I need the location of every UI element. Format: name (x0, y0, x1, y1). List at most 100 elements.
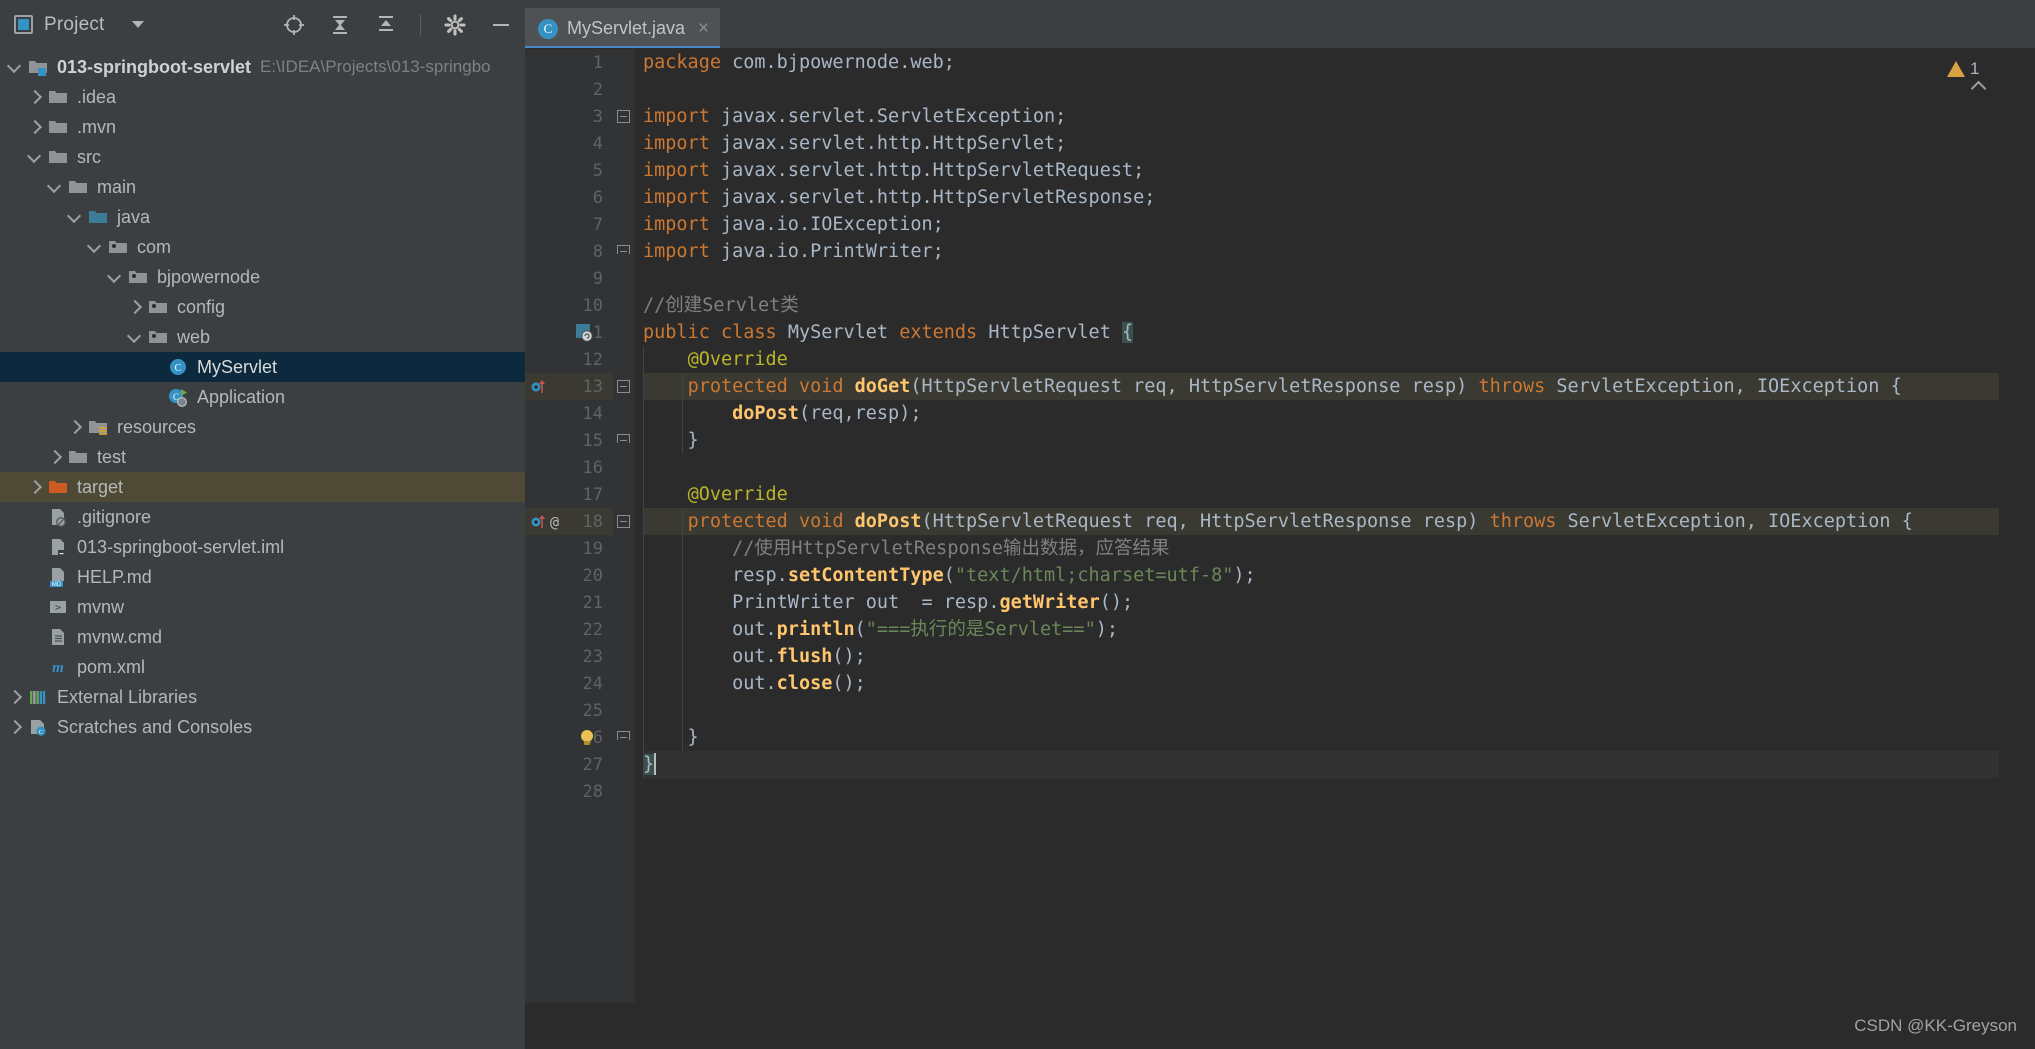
gutter-line-24[interactable]: 24 (525, 670, 613, 697)
fold-collapse-icon[interactable] (617, 380, 630, 393)
code-line-14[interactable]: doPost(req,resp); (643, 400, 1999, 427)
tree-item-013-springboot-servlet-iml[interactable]: 013-springboot-servlet.iml (0, 532, 525, 562)
editor-gutter[interactable]: 1 2 3 4 5 6 7 8 9 10 11 12 13 14 15 16 17 @18 19 20 21 22 23 24… (525, 49, 613, 1003)
tree-item-resources[interactable]: resources (0, 412, 525, 442)
gutter-line-27[interactable]: 27 (525, 751, 613, 778)
override-marker-icon[interactable]: @ (531, 513, 559, 531)
code-line-21[interactable]: PrintWriter out = resp.getWriter(); (643, 589, 1999, 616)
code-line-7[interactable]: import java.io.IOException; (643, 211, 1999, 238)
code-line-10[interactable]: //创建Servlet类 (643, 292, 1999, 319)
chevron-right-icon[interactable] (6, 689, 22, 705)
code-line-19[interactable]: //使用HttpServletResponse输出数据，应答结果 (643, 535, 1999, 562)
code-line-22[interactable]: out.println("===执行的是Servlet=="); (643, 616, 1999, 643)
code-line-9[interactable] (643, 265, 1999, 292)
code-line-23[interactable]: out.flush(); (643, 643, 1999, 670)
chevron-right-icon[interactable] (6, 719, 22, 735)
code-line-6[interactable]: import javax.servlet.http.HttpServletRes… (643, 184, 1999, 211)
gutter-line-1[interactable]: 1 (525, 49, 613, 76)
code-line-11[interactable]: public class MyServlet extends HttpServl… (643, 319, 1999, 346)
gutter-line-12[interactable]: 12 (525, 346, 613, 373)
tree-item-myservlet[interactable]: C MyServlet (0, 352, 525, 382)
code-line-20[interactable]: resp.setContentType("text/html;charset=u… (643, 562, 1999, 589)
chevron-right-icon[interactable] (46, 449, 62, 465)
tree-item-mvnw-cmd[interactable]: mvnw.cmd (0, 622, 525, 652)
chevron-down-icon[interactable] (126, 329, 142, 345)
tree-item-src[interactable]: src (0, 142, 525, 172)
code-line-8[interactable]: import java.io.PrintWriter; (643, 238, 1999, 265)
gutter-line-3[interactable]: 3 (525, 103, 613, 130)
chevron-right-icon[interactable] (126, 299, 142, 315)
bean-marker-icon[interactable] (575, 323, 595, 343)
tree-item-target[interactable]: target (0, 472, 525, 502)
intention-bulb-icon[interactable] (577, 728, 597, 748)
tree-item-mvnw[interactable]: > mvnw (0, 592, 525, 622)
gutter-line-17[interactable]: 17 (525, 481, 613, 508)
gutter-line-16[interactable]: 16 (525, 454, 613, 481)
gutter-line-20[interactable]: 20 (525, 562, 613, 589)
gutter-line-19[interactable]: 19 (525, 535, 613, 562)
gutter-line-7[interactable]: 7 (525, 211, 613, 238)
fold-collapse-icon[interactable] (617, 515, 630, 528)
chevron-right-icon[interactable] (26, 89, 42, 105)
tree-item-java[interactable]: java (0, 202, 525, 232)
code-line-27[interactable]: } (643, 751, 1999, 778)
gutter-line-10[interactable]: 10 (525, 292, 613, 319)
code-line-2[interactable] (643, 76, 1999, 103)
gutter-line-14[interactable]: 14 (525, 400, 613, 427)
gutter-line-13[interactable]: 13 (525, 373, 613, 400)
collapse-all-icon[interactable] (328, 13, 352, 37)
chevron-right-icon[interactable] (26, 119, 42, 135)
tree-item-help-md[interactable]: MD HELP.md (0, 562, 525, 592)
inspection-sidebar[interactable]: 1 (1947, 49, 2035, 1003)
chevron-down-icon[interactable] (6, 59, 22, 75)
tree-item-com[interactable]: com (0, 232, 525, 262)
tree-item-main[interactable]: main (0, 172, 525, 202)
code-folding-column[interactable] (613, 49, 635, 1003)
code-line-4[interactable]: import javax.servlet.http.HttpServlet; (643, 130, 1999, 157)
gutter-line-15[interactable]: 15 (525, 427, 613, 454)
code-line-16[interactable] (643, 454, 1999, 481)
chevron-down-icon[interactable] (131, 21, 144, 28)
project-tree[interactable]: 013-springboot-servlet E:\IDEA\Projects\0… (0, 49, 525, 1003)
code-line-26[interactable]: } (643, 724, 1999, 751)
code-line-15[interactable]: } (643, 427, 1999, 454)
project-tool-window-header[interactable]: Project (14, 14, 144, 36)
settings-gear-icon[interactable] (443, 13, 467, 37)
gutter-line-6[interactable]: 6 (525, 184, 613, 211)
tree-item-mvn[interactable]: .mvn (0, 112, 525, 142)
tree-item-scratches-and-consoles[interactable]: C Scratches and Consoles (0, 712, 525, 742)
code-line-25[interactable] (643, 697, 1999, 724)
tree-item-gitignore[interactable]: .gitignore (0, 502, 525, 532)
chevron-right-icon[interactable] (66, 419, 82, 435)
tree-item-external-libraries[interactable]: External Libraries (0, 682, 525, 712)
code-editor[interactable]: 1 2 3 4 5 6 7 8 9 10 11 12 13 14 15 16 17 @18 19 20 21 22 23 24… (525, 49, 2035, 1003)
gutter-line-9[interactable]: 9 (525, 265, 613, 292)
chevron-down-icon[interactable] (106, 269, 122, 285)
fold-region-end-icon[interactable] (617, 434, 630, 443)
expand-all-icon[interactable] (374, 13, 398, 37)
code-line-12[interactable]: @Override (643, 346, 1999, 373)
gutter-line-25[interactable]: 25 (525, 697, 613, 724)
gutter-line-4[interactable]: 4 (525, 130, 613, 157)
code-content[interactable]: package com.bjpowernode.web; import javax… (635, 49, 1999, 1003)
gutter-line-28[interactable]: 28 (525, 778, 613, 805)
code-line-3[interactable]: import javax.servlet.ServletException; (643, 103, 1999, 130)
fold-region-end-icon[interactable] (617, 731, 630, 740)
code-line-28[interactable] (643, 778, 1999, 805)
gutter-line-8[interactable]: 8 (525, 238, 613, 265)
inspection-warning-badge[interactable]: 1 (1947, 59, 1979, 79)
close-icon[interactable]: × (698, 19, 709, 38)
locate-icon[interactable] (282, 13, 306, 37)
code-line-18[interactable]: protected void doPost(HttpServletRequest… (643, 508, 1999, 535)
chevron-down-icon[interactable] (66, 209, 82, 225)
tree-item-idea[interactable]: .idea (0, 82, 525, 112)
tree-item-bjpowernode[interactable]: bjpowernode (0, 262, 525, 292)
tree-item-application[interactable]: C Application (0, 382, 525, 412)
tree-item-web[interactable]: web (0, 322, 525, 352)
override-marker-icon[interactable] (531, 378, 547, 396)
gutter-line-18[interactable]: @18 (525, 508, 613, 535)
tree-item-config[interactable]: config (0, 292, 525, 322)
gutter-line-23[interactable]: 23 (525, 643, 613, 670)
tree-item-013-springboot-servlet[interactable]: 013-springboot-servlet E:\IDEA\Projects\0… (0, 52, 525, 82)
gutter-line-26[interactable]: 26 (525, 724, 613, 751)
